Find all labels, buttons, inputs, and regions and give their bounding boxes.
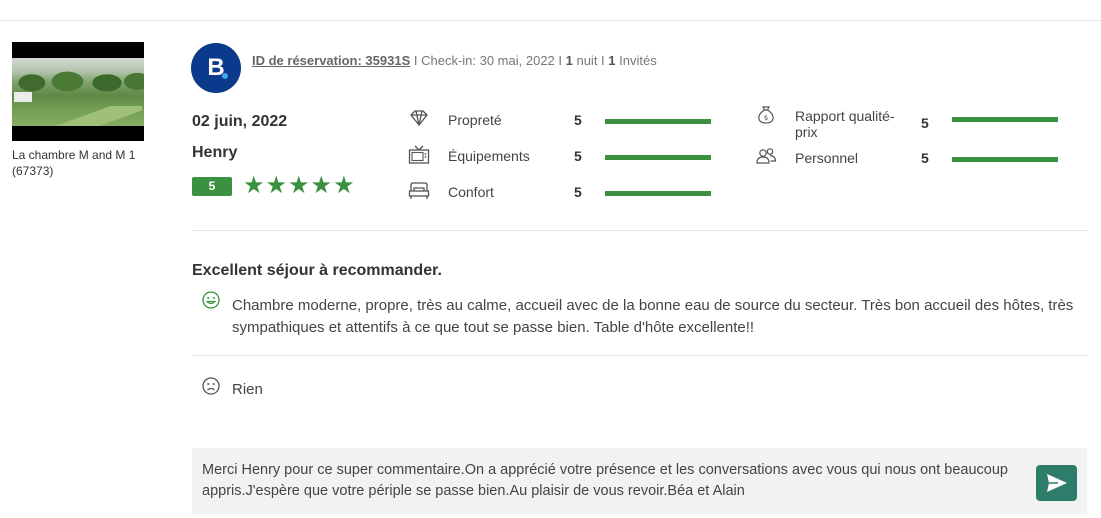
category-label: Confort (448, 184, 494, 200)
category-bar (605, 119, 711, 124)
bed-icon (408, 181, 430, 201)
smiley-happy-icon (202, 291, 220, 309)
category-bar (605, 155, 711, 160)
reservation-info: ID de réservation: 35931S I Check-in: 30… (252, 53, 657, 68)
category-rapport-qualite-prix: $ Rapport qualité-prix 5 (755, 105, 1065, 141)
nights-label: nuit (572, 53, 598, 68)
guests-label: Invités (615, 53, 657, 68)
category-score: 5 (921, 150, 929, 166)
top-divider (0, 20, 1101, 21)
category-personnel: Personnel 5 (755, 147, 1065, 169)
category-score: 5 (921, 115, 929, 131)
separator: I (410, 53, 422, 68)
category-label: Équipements (448, 148, 530, 164)
category-bar (952, 117, 1058, 122)
reviewer-name: Henry (192, 144, 238, 161)
tv-icon (408, 145, 430, 165)
diamond-icon (408, 109, 430, 129)
category-proprete: Propreté 5 (408, 109, 718, 131)
reply-box: Merci Henry pour ce super commentaire.On… (192, 448, 1087, 514)
category-bar (605, 191, 711, 196)
people-icon (755, 147, 777, 167)
star-rating: ★★★★★ (243, 172, 356, 199)
checkin-date: Check-in: 30 mai, 2022 (421, 53, 555, 68)
category-score: 5 (574, 112, 582, 128)
negative-comment: Rien (232, 381, 263, 398)
category-confort: Confort 5 (408, 181, 718, 203)
category-score: 5 (574, 184, 582, 200)
divider (192, 230, 1087, 231)
property-name: La chambre M and M 1 (67373) (12, 148, 136, 178)
score-badge: 5 (192, 177, 232, 196)
category-label: Rapport qualité-prix (795, 108, 895, 140)
money-bag-icon: $ (755, 105, 777, 125)
positive-comment: Chambre moderne, propre, très au calme, … (232, 297, 1074, 336)
review-date: 02 juin, 2022 (192, 113, 288, 130)
category-score: 5 (574, 148, 582, 164)
send-button[interactable] (1036, 465, 1077, 501)
smiley-sad-icon (202, 377, 220, 395)
category-bar (952, 157, 1058, 162)
divider (192, 355, 1087, 356)
category-label: Propreté (448, 112, 502, 128)
reply-text: Merci Henry pour ce super commentaire.On… (202, 462, 1008, 499)
svg-text:$: $ (764, 114, 768, 122)
property-photo (12, 58, 144, 126)
review-title: Excellent séjour à recommander. (192, 262, 442, 279)
send-icon (1047, 474, 1067, 492)
separator: I (597, 53, 609, 68)
nights-count: 1 (565, 53, 573, 68)
separator: I (554, 53, 566, 68)
property-thumbnail[interactable] (12, 42, 144, 141)
booking-logo-icon: B (191, 43, 241, 93)
category-label: Personnel (795, 150, 859, 166)
reservation-id-link[interactable]: ID de réservation: 35931S (252, 53, 410, 68)
category-equipements: Équipements 5 (408, 145, 718, 167)
guests-count: 1 (608, 53, 616, 68)
